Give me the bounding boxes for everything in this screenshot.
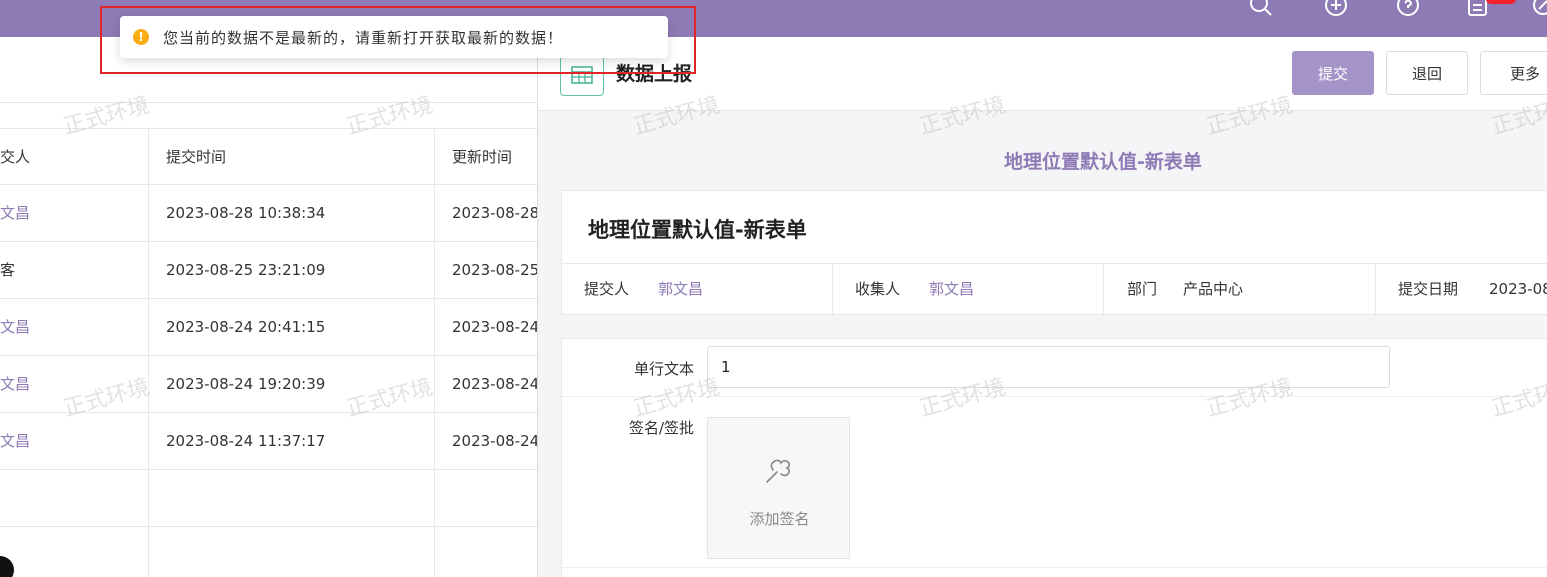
- column-header-submitter[interactable]: 交人: [0, 129, 148, 186]
- department-label: 部门: [1127, 280, 1158, 298]
- collector-label: 收集人: [855, 280, 901, 298]
- empty-cell: [0, 470, 148, 527]
- submit-date-value: 2023-08: [1489, 280, 1547, 298]
- update-time-cell: 2023-08-24: [434, 413, 537, 470]
- submitter-cell[interactable]: 文昌: [0, 356, 148, 413]
- empty-cell: [148, 470, 434, 527]
- table-row[interactable]: 文昌 2023-08-24 11:37:17 2023-08-24: [0, 413, 537, 470]
- submit-button[interactable]: 提交: [1292, 51, 1374, 95]
- form-card-title: 地理位置默认值-新表单: [561, 190, 1547, 263]
- table-row[interactable]: 客 2023-08-25 23:21:09 2023-08-25: [0, 242, 537, 299]
- update-time-cell: 2023-08-25: [434, 242, 537, 299]
- single-text-label: 单行文本: [633, 360, 694, 378]
- signature-icon: [766, 459, 791, 483]
- form-card-title-text: 地理位置默认值-新表单: [588, 218, 807, 242]
- meta-divider: [1375, 264, 1376, 314]
- submit-time-cell: 2023-08-28 10:38:34: [148, 185, 434, 242]
- table-header-row: 交人 提交时间 更新时间: [0, 128, 537, 186]
- table-row-empty: [0, 470, 537, 527]
- submitter-label: 提交人: [584, 280, 630, 298]
- return-button[interactable]: 退回: [1386, 51, 1468, 95]
- department-value: 产品中心: [1183, 280, 1244, 298]
- field-divider: [562, 396, 1547, 397]
- collector-value[interactable]: 郭文昌: [929, 264, 974, 314]
- form-heading: 地理位置默认值-新表单: [1004, 151, 1202, 173]
- update-time-cell: 2023-08-28: [434, 185, 537, 242]
- table-row-empty: [0, 527, 537, 577]
- more-button[interactable]: 更多: [1480, 51, 1547, 95]
- data-list-panel: 交人 提交时间 更新时间 文昌 2023-08-28 10:38:34 2023…: [0, 37, 537, 577]
- submitter-cell: 客: [0, 261, 16, 279]
- column-header-submit-time[interactable]: 提交时间: [148, 129, 434, 186]
- table-row[interactable]: 文昌 2023-08-24 19:20:39 2023-08-24: [0, 356, 537, 413]
- signature-label: 签名/签批: [628, 419, 694, 437]
- form-meta-row: 提交人 郭文昌 收集人 郭文昌 部门 产品中心 提交日期 2023-08: [561, 263, 1547, 315]
- submit-time-cell: 2023-08-25 23:21:09: [148, 242, 434, 299]
- empty-cell: [148, 527, 434, 577]
- search-icon[interactable]: [1248, 0, 1274, 18]
- submitter-value[interactable]: 郭文昌: [658, 264, 703, 314]
- form-detail-panel: 数据上报 提交 退回 更多 地理位置默认值-新表单 地理位置默认值-新表单 提交…: [538, 37, 1547, 577]
- table-row[interactable]: 文昌 2023-08-24 20:41:15 2023-08-24: [0, 299, 537, 356]
- single-text-input[interactable]: 1: [707, 346, 1390, 388]
- submitter-cell[interactable]: 文昌: [0, 299, 148, 356]
- table-row[interactable]: 文昌 2023-08-28 10:38:34 2023-08-28: [0, 185, 537, 242]
- add-icon[interactable]: [1323, 0, 1349, 18]
- add-signature-text: 添加签名: [749, 510, 810, 528]
- help-icon[interactable]: [1395, 0, 1421, 18]
- update-time-cell: 2023-08-24: [434, 356, 537, 413]
- submitter-cell[interactable]: 文昌: [0, 185, 148, 242]
- notification-badge: [1486, 0, 1516, 4]
- add-signature-button[interactable]: 添加签名: [707, 417, 850, 559]
- empty-cell: [434, 527, 537, 577]
- submit-time-cell: 2023-08-24 20:41:15: [148, 299, 434, 356]
- field-divider: [562, 567, 1547, 568]
- submit-time-cell: 2023-08-24 19:20:39: [148, 356, 434, 413]
- toast-text: 您当前的数据不是最新的，请重新打开获取最新的数据！: [163, 29, 564, 47]
- column-header-update-time[interactable]: 更新时间: [434, 129, 537, 186]
- submitter-cell[interactable]: 文昌: [0, 413, 148, 470]
- toast-message: ! 您当前的数据不是最新的，请重新打开获取最新的数据！: [120, 16, 668, 58]
- submit-date-label: 提交日期: [1398, 280, 1459, 298]
- empty-cell: [0, 527, 148, 577]
- meta-divider: [832, 264, 833, 314]
- warning-icon: !: [133, 29, 149, 45]
- meta-divider: [1103, 264, 1104, 314]
- update-time-cell: 2023-08-24: [434, 299, 537, 356]
- link-icon[interactable]: [1530, 0, 1547, 18]
- empty-cell: [434, 470, 537, 527]
- submit-time-cell: 2023-08-24 11:37:17: [148, 413, 434, 470]
- form-fields-card: 单行文本 1 签名/签批 添加签名: [561, 338, 1547, 577]
